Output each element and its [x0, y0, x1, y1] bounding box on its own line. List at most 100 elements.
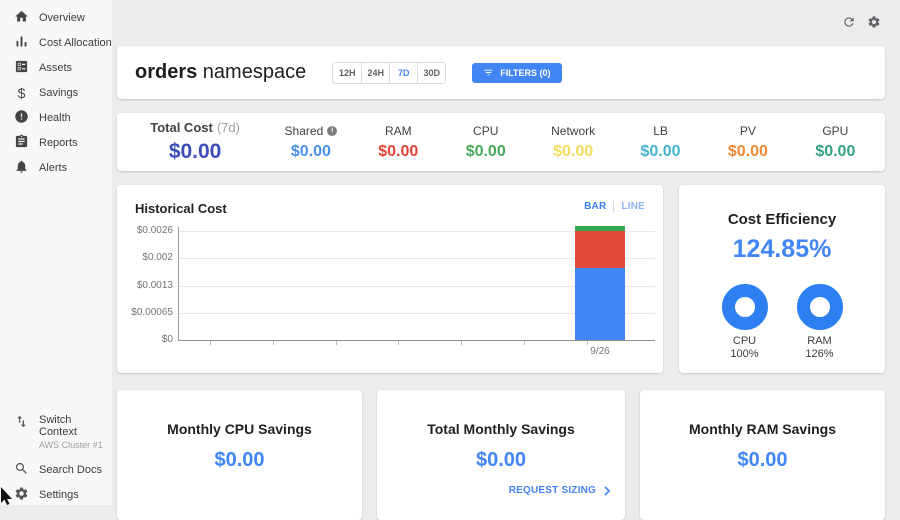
stat-value: $0.00 — [267, 143, 354, 161]
x-axis-tick — [461, 341, 462, 345]
search-docs-label: Search Docs — [39, 464, 102, 476]
x-axis-tick — [524, 341, 525, 345]
home-icon — [14, 9, 29, 27]
x-axis-tick — [273, 341, 274, 345]
cost-efficiency-card: Cost Efficiency 124.85% CPU 100% RAM 126… — [679, 185, 885, 373]
stat-value: $0.00 — [355, 143, 442, 161]
efficiency-value: 124.85% — [679, 235, 885, 264]
stat-label: CPU — [442, 124, 529, 138]
savings-card-title: Total Monthly Savings — [377, 421, 625, 437]
stat-gpu: GPU $0.00 — [792, 124, 879, 161]
refresh-icon[interactable] — [842, 15, 856, 29]
sidebar-item-settings[interactable]: Settings — [0, 482, 112, 507]
filters-button-label: FILTERS (0) — [500, 68, 550, 78]
historical-cost-card: Historical Cost BAR LINE $0.0026$0.002$0… — [117, 185, 663, 373]
info-icon[interactable]: i — [327, 126, 337, 136]
sidebar-item-label: Health — [39, 112, 71, 124]
x-axis-tick-label: 9/26 — [565, 346, 635, 357]
stat-window: (7d) — [217, 120, 240, 135]
y-axis-tick-label: $0 — [117, 334, 173, 345]
sidebar-item-search-docs[interactable]: Search Docs — [0, 457, 112, 482]
range-button-30d[interactable]: 30D — [417, 63, 445, 83]
time-range-group: 12H 24H 7D 30D — [332, 62, 446, 84]
mouse-cursor — [0, 487, 13, 510]
stat-lb: LB $0.00 — [617, 124, 704, 161]
sidebar: Overview Cost Allocation Assets $ Saving… — [0, 0, 112, 505]
sidebar-item-health[interactable]: Health — [0, 105, 112, 130]
namespace-suffix: namespace — [197, 61, 306, 83]
y-axis-tick-label: $0.0013 — [117, 280, 173, 291]
sidebar-footer: Switch Context AWS Cluster #1 Search Doc… — [0, 412, 112, 507]
search-icon — [14, 461, 29, 479]
x-axis-tick — [398, 341, 399, 345]
bar-segment-ram — [575, 231, 625, 268]
sidebar-item-label: Overview — [39, 12, 85, 24]
reports-icon — [14, 134, 29, 152]
stat-value: $0.00 — [617, 143, 704, 161]
filter-icon — [483, 67, 494, 78]
ram-donut-label: RAM 126% — [790, 335, 850, 361]
stat-label: Network — [529, 124, 616, 138]
cpu-donut-ring — [722, 284, 768, 330]
request-sizing-link[interactable]: REQUEST SIZING — [509, 485, 611, 496]
stat-total-cost: Total Cost(7d) $0.00 — [123, 120, 267, 164]
savings-card-value: $0.00 — [117, 449, 362, 472]
savings-card-title: Monthly RAM Savings — [640, 421, 885, 437]
total-monthly-savings-card: Total Monthly Savings $0.00 REQUEST SIZI… — [377, 390, 625, 520]
range-button-12h[interactable]: 12H — [333, 63, 361, 83]
monthly-ram-savings-card: Monthly RAM Savings $0.00 — [640, 390, 885, 520]
settings-label: Settings — [39, 489, 79, 501]
stat-cpu: CPU $0.00 — [442, 124, 529, 161]
dollar-icon: $ — [14, 85, 29, 101]
topbar-actions — [842, 15, 881, 29]
stat-pv: PV $0.00 — [704, 124, 791, 161]
stat-value: $0.00 — [442, 143, 529, 161]
sidebar-item-label: Cost Allocation — [39, 37, 112, 49]
stat-network: Network $0.00 — [529, 124, 616, 161]
savings-card-title: Monthly CPU Savings — [117, 421, 362, 437]
sidebar-item-alerts[interactable]: Alerts — [0, 155, 112, 180]
sidebar-item-savings[interactable]: $ Savings — [0, 80, 112, 105]
stat-label: Total Cost(7d) — [123, 120, 267, 135]
namespace-name: orders — [135, 61, 197, 83]
sidebar-item-cost-allocation[interactable]: Cost Allocation — [0, 30, 112, 55]
bar-chart-icon — [14, 34, 29, 52]
sidebar-item-reports[interactable]: Reports — [0, 130, 112, 155]
switch-context-label: Switch Context — [39, 414, 112, 438]
y-axis-tick-label: $0.00065 — [117, 307, 173, 318]
switch-context-icon — [14, 414, 29, 432]
sidebar-item-label: Assets — [39, 62, 72, 74]
stat-value: $0.00 — [704, 143, 791, 161]
sidebar-item-switch-context[interactable]: Switch Context AWS Cluster #1 — [0, 412, 112, 446]
page-title: orders namespace — [135, 61, 306, 84]
savings-card-value: $0.00 — [640, 449, 885, 472]
cpu-donut-label: CPU 100% — [715, 335, 775, 361]
stat-label: LB — [617, 124, 704, 138]
x-axis-tick — [587, 341, 588, 345]
efficiency-title: Cost Efficiency — [679, 211, 885, 228]
page-header-card: orders namespace 12H 24H 7D 30D FILTERS … — [117, 46, 885, 99]
range-button-24h[interactable]: 24H — [361, 63, 389, 83]
sidebar-nav: Overview Cost Allocation Assets $ Saving… — [0, 5, 112, 180]
ram-donut: RAM 126% — [790, 284, 850, 361]
ram-donut-ring — [797, 284, 843, 330]
monthly-cpu-savings-card: Monthly CPU Savings $0.00 — [117, 390, 362, 520]
x-axis-tick — [336, 341, 337, 345]
stat-value: $0.00 — [792, 143, 879, 161]
sidebar-item-label: Savings — [39, 87, 78, 99]
sidebar-item-assets[interactable]: Assets — [0, 55, 112, 80]
filters-button[interactable]: FILTERS (0) — [472, 63, 561, 83]
sidebar-item-label: Alerts — [39, 162, 67, 174]
savings-card-value: $0.00 — [377, 449, 625, 472]
sidebar-item-label: Reports — [39, 137, 78, 149]
stat-label: RAM — [355, 124, 442, 138]
y-axis-tick-label: $0.0026 — [117, 225, 173, 236]
cost-summary-card: Total Cost(7d) $0.00 Sharedi $0.00 RAM $… — [117, 113, 885, 171]
health-icon — [14, 109, 29, 127]
gear-icon[interactable] — [867, 15, 881, 29]
cluster-name: AWS Cluster #1 — [39, 439, 112, 451]
stat-label: PV — [704, 124, 791, 138]
sidebar-item-overview[interactable]: Overview — [0, 5, 112, 30]
stat-value: $0.00 — [529, 143, 616, 161]
range-button-7d[interactable]: 7D — [389, 63, 417, 83]
